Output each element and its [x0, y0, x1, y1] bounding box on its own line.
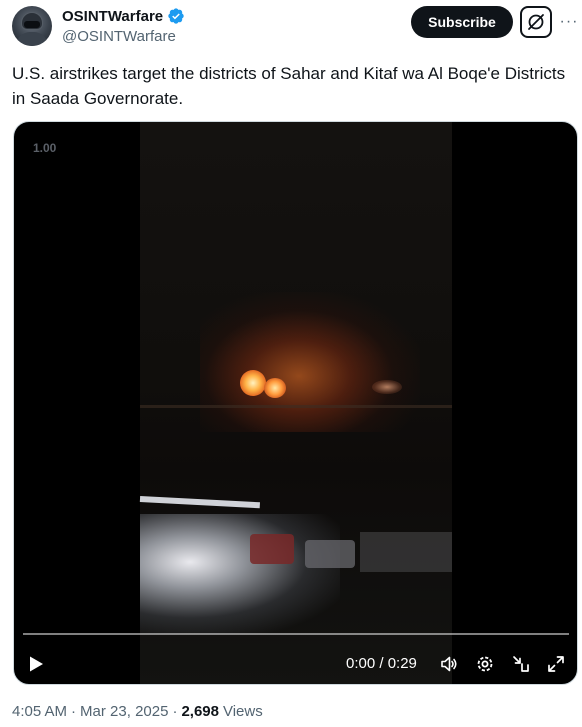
horizon-line: [140, 405, 452, 408]
verified-badge-icon: [168, 8, 184, 24]
author-handle[interactable]: @OSINTWarfare: [62, 28, 176, 45]
avatar[interactable]: [12, 6, 52, 46]
tweet-header: OSINTWarfare @OSINTWarfare Subscribe ···: [12, 6, 579, 50]
video-frame: [139, 122, 452, 684]
explosion-fire: [240, 370, 266, 396]
author-display-name[interactable]: OSINTWarfare: [62, 8, 163, 25]
video-controls: 0:00 / 0:29: [14, 646, 577, 682]
explosion-fire: [264, 378, 286, 398]
author-name-row: OSINTWarfare: [62, 7, 185, 25]
rooftop-edge: [139, 496, 260, 509]
pip-icon[interactable]: [511, 654, 531, 674]
rooftop-tarp: [305, 540, 355, 568]
tweet-time[interactable]: 4:05 AM: [12, 703, 67, 720]
fullscreen-icon[interactable]: [546, 654, 566, 674]
tweet-text: U.S. airstrikes target the districts of …: [12, 64, 566, 108]
video-progress-bar[interactable]: [23, 633, 569, 635]
playback-speed-label: 1.00: [33, 141, 57, 155]
avatar-visor: [24, 21, 40, 28]
rooftop-light: [140, 514, 340, 634]
more-options-button[interactable]: ···: [559, 10, 579, 34]
rooftop-wall: [360, 532, 452, 572]
play-icon[interactable]: [26, 654, 46, 674]
tweet-date[interactable]: Mar 23, 2025: [80, 703, 168, 720]
explosion-smoke: [372, 380, 402, 394]
rooftop-tarp: [250, 534, 294, 564]
volume-icon[interactable]: [439, 654, 459, 674]
video-time: 0:00 / 0:29: [346, 655, 417, 672]
video-player[interactable]: 1.00 0:00 / 0:29: [13, 121, 578, 685]
grok-icon: [528, 14, 544, 30]
grok-button[interactable]: [520, 6, 552, 38]
views-label: Views: [222, 703, 263, 720]
footer-separator: ·: [172, 703, 178, 720]
settings-icon[interactable]: [475, 654, 495, 674]
footer-separator: ·: [71, 703, 77, 720]
tweet-footer: 4:05 AM · Mar 23, 2025 · 2,698 Views: [12, 703, 263, 720]
avatar-body: [16, 32, 48, 46]
explosion-glow: [200, 292, 420, 432]
views-count: 2,698: [181, 703, 219, 720]
subscribe-button[interactable]: Subscribe: [411, 6, 513, 38]
